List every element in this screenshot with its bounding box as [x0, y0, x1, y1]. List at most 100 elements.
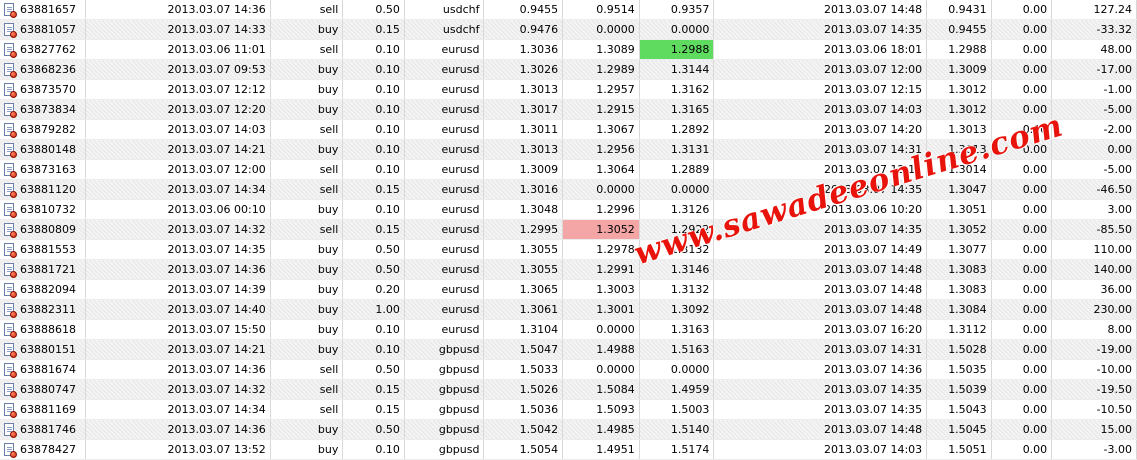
type-value: buy: [317, 303, 339, 316]
size-value: 0.10: [375, 203, 400, 216]
symbol-value: gbpusd: [438, 363, 480, 376]
open-price-value: 1.3026: [519, 63, 559, 76]
cell-size: 0.50: [342, 419, 405, 440]
table-row[interactable]: 63880747 2013.03.07 14:32 sell 0.15 gbpusd 1.…: [0, 379, 1137, 400]
cell-close-time: 2013.03.07 16:20: [713, 319, 928, 340]
symbol-value: gbpusd: [438, 403, 480, 416]
table-row[interactable]: 63881057 2013.03.07 14:33 buy 0.15 usdchf 0.9…: [0, 19, 1137, 40]
ticket-value: 63880151: [20, 343, 76, 356]
cell-close-price: 1.3009: [926, 59, 992, 80]
take-profit-value: 1.3165: [670, 103, 710, 116]
cell-size: 0.50: [342, 359, 405, 380]
cell-swap: 0.00: [991, 259, 1053, 280]
table-row[interactable]: 63810732 2013.03.06 00:10 buy 0.10 eurusd 1.3…: [0, 199, 1137, 220]
type-value: buy: [317, 143, 339, 156]
cell-close-price: 1.3083: [926, 279, 992, 300]
profit-value: 15.00: [1100, 423, 1133, 436]
table-row[interactable]: 63880151 2013.03.07 14:21 buy 0.10 gbpusd 1.5…: [0, 339, 1137, 360]
take-profit-value: 1.5140: [670, 423, 710, 436]
cell-open-price: 1.3104: [483, 319, 564, 340]
cell-take-profit: 1.3162: [639, 79, 715, 100]
cell-swap: 0.00: [991, 299, 1053, 320]
cell-stop-loss: 1.3067: [562, 119, 640, 140]
table-row[interactable]: 63881657 2013.03.07 14:36 sell 0.50 usdchf 0.…: [0, 0, 1137, 20]
swap-value: 0.00: [1022, 163, 1048, 176]
take-profit-value: 1.3162: [670, 83, 710, 96]
table-row[interactable]: 63873570 2013.03.07 12:12 buy 0.10 eurusd 1.3…: [0, 79, 1137, 100]
cell-size: 0.10: [342, 79, 405, 100]
order-icon: [4, 323, 17, 338]
size-value: 1.00: [375, 303, 400, 316]
cell-close-time: 2013.03.07 14:49: [713, 239, 928, 260]
size-value: 0.10: [375, 143, 400, 156]
profit-value: -5.00: [1103, 103, 1132, 116]
close-price-value: 1.3083: [948, 283, 987, 296]
stop-loss-value: 0.0000: [596, 23, 635, 36]
cell-swap: 0.00: [991, 339, 1053, 360]
close-price-value: 1.3009: [948, 63, 987, 76]
cell-size: 0.10: [342, 319, 405, 340]
table-row[interactable]: 63880148 2013.03.07 14:21 buy 0.10 eurusd 1.3…: [0, 139, 1137, 160]
symbol-value: eurusd: [441, 143, 480, 156]
cell-swap: 0.00: [991, 419, 1053, 440]
cell-stop-loss: 1.2978: [562, 239, 640, 260]
cell-symbol: usdchf: [404, 19, 485, 40]
table-row[interactable]: 63879282 2013.03.07 14:03 sell 0.10 eurusd 1.…: [0, 119, 1137, 140]
take-profit-value: 1.3132: [670, 243, 710, 256]
cell-swap: 0.00: [991, 239, 1053, 260]
cell-open-time: 2013.03.06 11:01: [85, 39, 271, 60]
table-row[interactable]: 63881746 2013.03.07 14:36 buy 0.50 gbpusd 1.5…: [0, 419, 1137, 440]
table-row[interactable]: 63880809 2013.03.07 14:32 sell 0.15 eurusd 1.…: [0, 219, 1137, 240]
open-price-value: 1.3013: [519, 83, 559, 96]
table-row[interactable]: 63881721 2013.03.07 14:36 buy 0.50 eurusd 1.3…: [0, 259, 1137, 280]
cell-ticket: 63873570: [0, 79, 87, 100]
table-row[interactable]: 63827762 2013.03.06 11:01 sell 0.10 eurusd 1.…: [0, 39, 1137, 60]
close-price-value: 1.5035: [948, 363, 987, 376]
cell-type: sell: [270, 159, 344, 180]
order-icon: [4, 423, 17, 438]
cell-profit: -10.50: [1051, 399, 1137, 420]
symbol-value: eurusd: [441, 223, 480, 236]
symbol-value: eurusd: [441, 123, 480, 136]
table-row[interactable]: 63873163 2013.03.07 12:00 sell 0.10 eurusd 1.…: [0, 159, 1137, 180]
cell-profit: 8.00: [1051, 319, 1137, 340]
close-time-value: 2013.03.07 14:35: [823, 23, 923, 36]
table-row[interactable]: 63888618 2013.03.07 15:50 buy 0.10 eurusd 1.3…: [0, 319, 1137, 340]
table-row[interactable]: 63882094 2013.03.07 14:39 buy 0.20 eurusd 1.3…: [0, 279, 1137, 300]
table-row[interactable]: 63868236 2013.03.07 09:53 buy 0.10 eurusd 1.3…: [0, 59, 1137, 80]
table-row[interactable]: 63882311 2013.03.07 14:40 buy 1.00 eurusd 1.3…: [0, 299, 1137, 320]
open-time-value: 2013.03.07 14:36: [167, 423, 266, 436]
cell-stop-loss: 1.5093: [562, 399, 640, 420]
ticket-value: 63868236: [20, 63, 76, 76]
cell-symbol: eurusd: [404, 259, 485, 280]
cell-open-time: 2013.03.07 14:35: [85, 239, 271, 260]
cell-open-price: 1.3013: [483, 139, 564, 160]
table-row[interactable]: 63878427 2013.03.07 13:52 buy 0.10 gbpusd 1.5…: [0, 439, 1137, 460]
table-row[interactable]: 63881169 2013.03.07 14:34 sell 0.15 gbpusd 1.…: [0, 399, 1137, 420]
swap-value: 0.00: [1022, 63, 1048, 76]
cell-profit: 230.00: [1051, 299, 1137, 320]
table-row[interactable]: 63873834 2013.03.07 12:20 buy 0.10 eurusd 1.3…: [0, 99, 1137, 120]
type-value: buy: [317, 443, 339, 456]
ticket-value: 63873570: [20, 83, 76, 96]
cell-open-time: 2013.03.07 14:40: [85, 299, 271, 320]
cell-stop-loss: 1.4988: [562, 339, 640, 360]
open-time-value: 2013.03.06 00:10: [167, 203, 266, 216]
cell-symbol: eurusd: [404, 299, 485, 320]
cell-size: 0.10: [342, 39, 405, 60]
open-time-value: 2013.03.07 14:33: [167, 23, 266, 36]
cell-take-profit: 0.9357: [639, 0, 715, 20]
cell-swap: 0.00: [991, 59, 1053, 80]
cell-size: 0.10: [342, 139, 405, 160]
table-row[interactable]: 63881553 2013.03.07 14:35 buy 0.50 eurusd 1.3…: [0, 239, 1137, 260]
cell-open-price: 1.5054: [483, 439, 564, 460]
table-row[interactable]: 63881674 2013.03.07 14:36 sell 0.50 gbpusd 1.…: [0, 359, 1137, 380]
open-price-value: 1.3011: [519, 123, 559, 136]
stop-loss-value: 1.4988: [596, 343, 635, 356]
cell-ticket: 63880747: [0, 379, 87, 400]
ticket-value: 63880747: [20, 383, 76, 396]
open-price-value: 1.5047: [519, 343, 559, 356]
table-row[interactable]: 63881120 2013.03.07 14:34 sell 0.15 eurusd 1.…: [0, 179, 1137, 200]
ticket-value: 63881553: [20, 243, 76, 256]
cell-ticket: 63881674: [0, 359, 87, 380]
